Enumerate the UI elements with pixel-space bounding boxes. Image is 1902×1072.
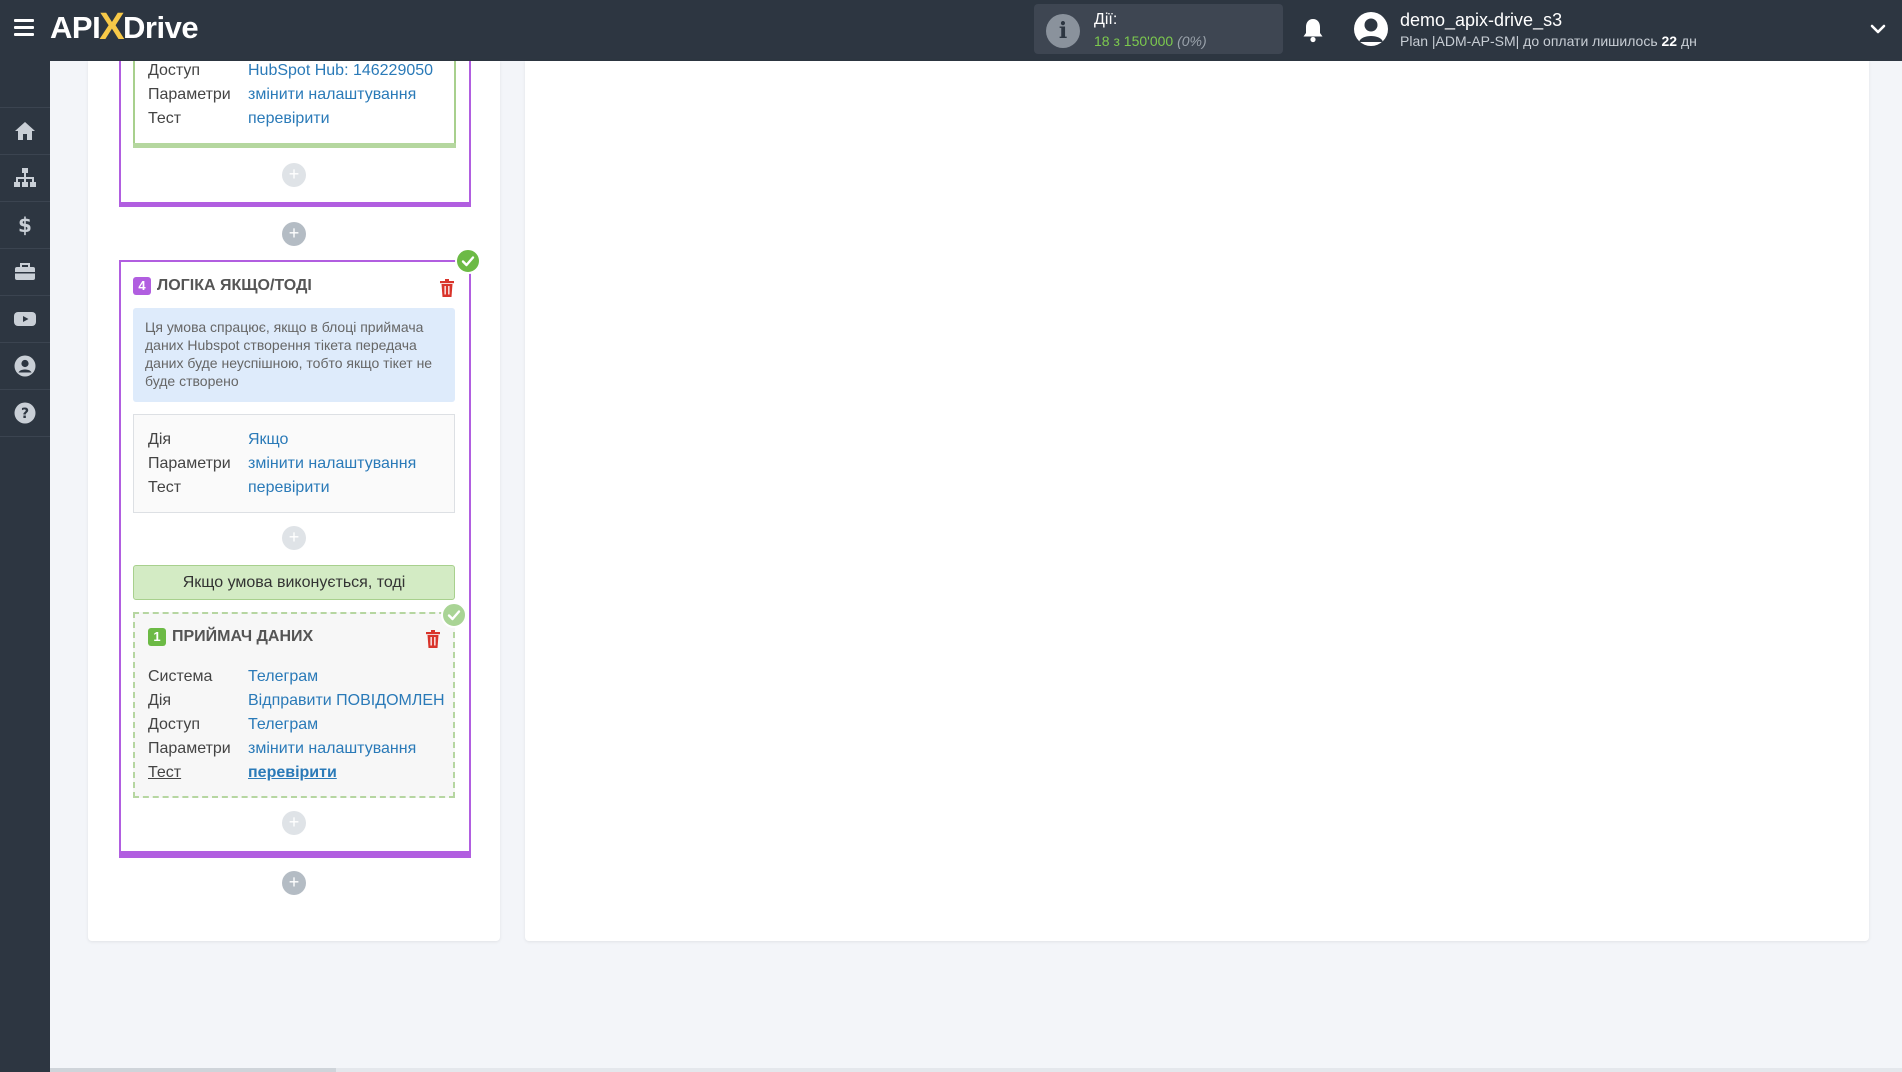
plan-text: Plan |ADM-AP-SM| до оплати лишилось — [1400, 33, 1658, 49]
sidebar-item-billing[interactable]: $ — [0, 202, 50, 249]
chevron-down-icon[interactable] — [1870, 22, 1886, 36]
condition-label: Якщо умова виконується, тоді — [133, 565, 455, 600]
row-key: Дія — [148, 431, 172, 448]
user-circle-icon — [14, 355, 36, 377]
row-key: Дія — [148, 692, 172, 709]
svg-text:?: ? — [21, 406, 29, 422]
question-icon: ? — [14, 402, 36, 424]
success-check-icon — [455, 248, 481, 274]
row-value-link[interactable]: Телеграм — [248, 715, 318, 735]
row-value-link[interactable]: HubSpot Hub: 146229050 — [248, 61, 433, 81]
add-block-button[interactable]: + — [282, 526, 306, 550]
block-row: Дія Відправити ПОВІДОМЛЕН — [148, 691, 448, 711]
actions-counter: i Дії: 18 з 150'000 (0%) — [1034, 4, 1283, 54]
sidebar-item-services[interactable] — [0, 249, 50, 296]
scrollbar-thumb[interactable] — [50, 1068, 336, 1072]
row-key: Тест — [148, 110, 182, 127]
row-key: Система — [148, 668, 213, 685]
previous-receiver-card-bottom — [133, 143, 456, 148]
svg-text:$: $ — [18, 213, 32, 237]
actions-used: 18 — [1094, 33, 1110, 49]
apix-drive-logo[interactable]: API X Drive — [50, 5, 199, 48]
logo-text-left: API — [50, 10, 101, 45]
sitemap-icon — [14, 168, 36, 187]
user-icon — [1359, 18, 1383, 42]
row-value-link[interactable]: змінити налаштування — [248, 454, 416, 474]
trash-icon[interactable] — [425, 630, 441, 648]
row-value-link[interactable]: Телеграм — [248, 667, 318, 687]
trash-icon[interactable] — [439, 279, 455, 297]
actions-sep: з — [1113, 33, 1120, 49]
horizontal-scrollbar[interactable] — [50, 1068, 1902, 1072]
receiver-block-header: 1 ПРИЙМАЧ ДАНИХ — [148, 628, 313, 646]
avatar[interactable] — [1354, 12, 1388, 46]
add-block-button[interactable]: + — [282, 222, 306, 246]
settings-panel — [525, 61, 1869, 941]
row-value-link[interactable]: змінити налаштування — [248, 739, 416, 759]
row-key: Параметри — [148, 455, 231, 472]
top-bar: API X Drive i Дії: 18 з 150'000 (0%) demo_… — [0, 0, 1902, 61]
add-block-button[interactable]: + — [282, 871, 306, 895]
block-number-badge: 1 — [148, 628, 166, 646]
row-value-link[interactable]: Якщо — [248, 430, 288, 450]
user-plan: Plan |ADM-AP-SM| до оплати лишилось 22 д… — [1400, 33, 1697, 49]
user-name[interactable]: demo_apix-drive_s3 — [1400, 10, 1562, 31]
sidebar-item-profile[interactable] — [0, 343, 50, 390]
actions-count: 18 з 150'000 (0%) — [1094, 33, 1207, 49]
home-icon — [15, 122, 35, 140]
test-link[interactable]: перевірити — [248, 763, 337, 783]
actions-label: Дії: — [1094, 11, 1118, 28]
sidebar-item-help[interactable]: ? — [0, 390, 50, 437]
actions-percent: (0%) — [1177, 33, 1207, 49]
add-block-button[interactable]: + — [282, 163, 306, 187]
logic-note: Ця умова спрацює, якщо в блоці приймача … — [133, 308, 455, 402]
logic-block-header: 4 ЛОГІКА ЯКЩО/ТОДІ — [133, 277, 312, 295]
previous-block-bottom — [119, 202, 471, 207]
menu-icon[interactable] — [14, 19, 34, 36]
youtube-icon — [14, 312, 36, 326]
sidebar-item-home-nav[interactable] — [0, 108, 50, 155]
sidebar-item-home[interactable] — [0, 61, 50, 108]
flow-panel: Доступ HubSpot Hub: 146229050 Параметри … — [88, 61, 500, 941]
row-value-link[interactable]: Відправити ПОВІДОМЛЕН — [248, 691, 445, 711]
row-value-link[interactable]: перевірити — [248, 109, 330, 129]
block-title: ЛОГІКА ЯКЩО/ТОДІ — [157, 277, 312, 294]
row-key: Параметри — [148, 86, 231, 103]
row-value-link[interactable]: перевірити — [248, 478, 330, 498]
success-check-icon — [441, 602, 467, 628]
plan-days-unit: дн — [1680, 33, 1697, 49]
block-number-badge: 4 — [133, 277, 151, 295]
logo-text-x: X — [99, 5, 125, 48]
row-key: Доступ — [148, 716, 201, 733]
actions-total: 150'000 — [1123, 33, 1174, 49]
add-block-button[interactable]: + — [282, 811, 306, 835]
row-value-link[interactable]: змінити налаштування — [248, 85, 416, 105]
dollar-icon: $ — [18, 213, 32, 237]
row-key: Тест — [148, 764, 182, 781]
row-key: Тест — [148, 479, 182, 496]
bell-icon[interactable] — [1301, 17, 1325, 43]
sidebar-item-video[interactable] — [0, 296, 50, 343]
plan-days: 22 — [1661, 33, 1678, 49]
logo-text-right: Drive — [123, 10, 199, 45]
info-icon[interactable]: i — [1046, 14, 1080, 48]
row-key: Доступ — [148, 62, 201, 79]
logic-block-bottom — [119, 851, 471, 856]
row-key: Параметри — [148, 740, 231, 757]
sidebar: $ ? — [0, 61, 50, 1072]
briefcase-icon — [15, 263, 35, 280]
block-title: ПРИЙМАЧ ДАНИХ — [172, 628, 314, 645]
sidebar-item-connections[interactable] — [0, 155, 50, 202]
